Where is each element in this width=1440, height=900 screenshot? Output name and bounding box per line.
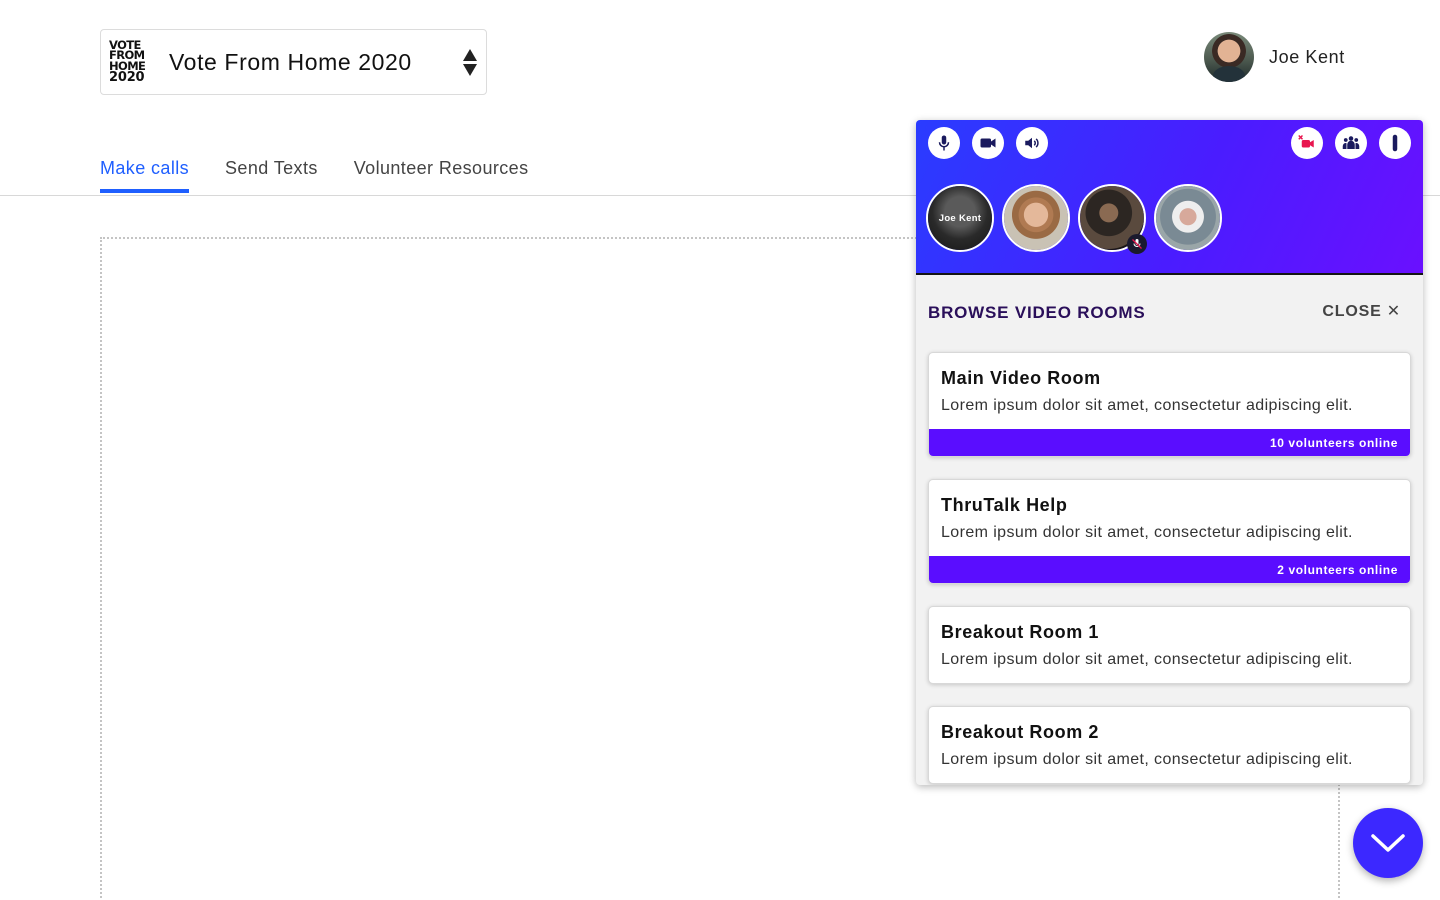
page: VOTE FROM HOME 2020 Vote From Home 2020 …: [0, 0, 1440, 900]
room-description: Lorem ipsum dolor sit amet, consectetur …: [941, 751, 1353, 768]
video-panel: Joe Kent BROWSE VIDEO ROOMS CLOSE ✕ Main…: [916, 120, 1423, 785]
organization-name: Vote From Home 2020: [169, 48, 412, 75]
room-name: Breakout Room 2: [941, 722, 1100, 742]
room-online-count: 2 volunteers online: [929, 556, 1410, 583]
avatar: [1204, 32, 1254, 82]
video-panel-titlebar: BROWSE VIDEO ROOMS CLOSE ✕: [928, 275, 1411, 352]
room-description: Lorem ipsum dolor sit amet, consectetur …: [941, 397, 1353, 414]
participant-name: Joe Kent: [938, 213, 982, 224]
participant-list: Joe Kent: [926, 184, 1230, 254]
room-online-count: 10 volunteers online: [929, 429, 1410, 456]
video-panel-header: Joe Kent: [916, 120, 1423, 275]
video-panel-body: BROWSE VIDEO ROOMS CLOSE ✕ Main Video Ro…: [916, 275, 1423, 784]
room-card[interactable]: Main Video Room Lorem ipsum dolor sit am…: [928, 352, 1411, 457]
muted-microphone-icon: [1127, 234, 1147, 254]
main-tabs: Make calls Send Texts Volunteer Resource…: [100, 158, 564, 193]
browse-rooms-title: BROWSE VIDEO ROOMS: [928, 303, 1146, 322]
room-description: Lorem ipsum dolor sit amet, consectetur …: [941, 651, 1353, 668]
participant-avatar[interactable]: Joe Kent: [926, 184, 994, 252]
video-camera-icon[interactable]: [972, 127, 1004, 159]
room-name: ThruTalk Help: [941, 495, 1068, 515]
room-name: Main Video Room: [941, 368, 1101, 388]
user-menu[interactable]: Joe Kent: [1204, 32, 1345, 82]
room-card[interactable]: Breakout Room 2 Lorem ipsum dolor sit am…: [928, 706, 1411, 784]
vote-from-home-logo: VOTE FROM HOME 2020: [109, 37, 146, 86]
organization-selector[interactable]: VOTE FROM HOME 2020 Vote From Home 2020: [100, 29, 487, 95]
tab-make-calls[interactable]: Make calls: [100, 158, 190, 193]
room-card[interactable]: Breakout Room 1 Lorem ipsum dolor sit am…: [928, 606, 1411, 684]
room-description: Lorem ipsum dolor sit amet, consectetur …: [941, 524, 1353, 541]
more-options-icon[interactable]: [1379, 127, 1411, 159]
tab-send-texts[interactable]: Send Texts: [225, 158, 318, 191]
close-button[interactable]: CLOSE ✕: [1322, 301, 1401, 321]
room-card[interactable]: ThruTalk Help Lorem ipsum dolor sit amet…: [928, 479, 1411, 584]
tab-volunteer-resources[interactable]: Volunteer Resources: [354, 158, 529, 191]
user-name: Joe Kent: [1269, 46, 1345, 67]
participant-avatar[interactable]: [1002, 184, 1070, 252]
speaker-icon[interactable]: [1016, 127, 1048, 159]
chevron-down-icon: [1371, 834, 1405, 852]
room-name: Breakout Room 1: [941, 622, 1100, 642]
sort-arrows-icon: [463, 49, 477, 77]
collapse-panel-button[interactable]: [1353, 808, 1423, 878]
group-icon[interactable]: [1335, 127, 1367, 159]
participant-avatar[interactable]: [1154, 184, 1222, 252]
microphone-icon[interactable]: [928, 127, 960, 159]
video-off-icon[interactable]: [1291, 127, 1323, 159]
participant-avatar[interactable]: [1078, 184, 1147, 254]
